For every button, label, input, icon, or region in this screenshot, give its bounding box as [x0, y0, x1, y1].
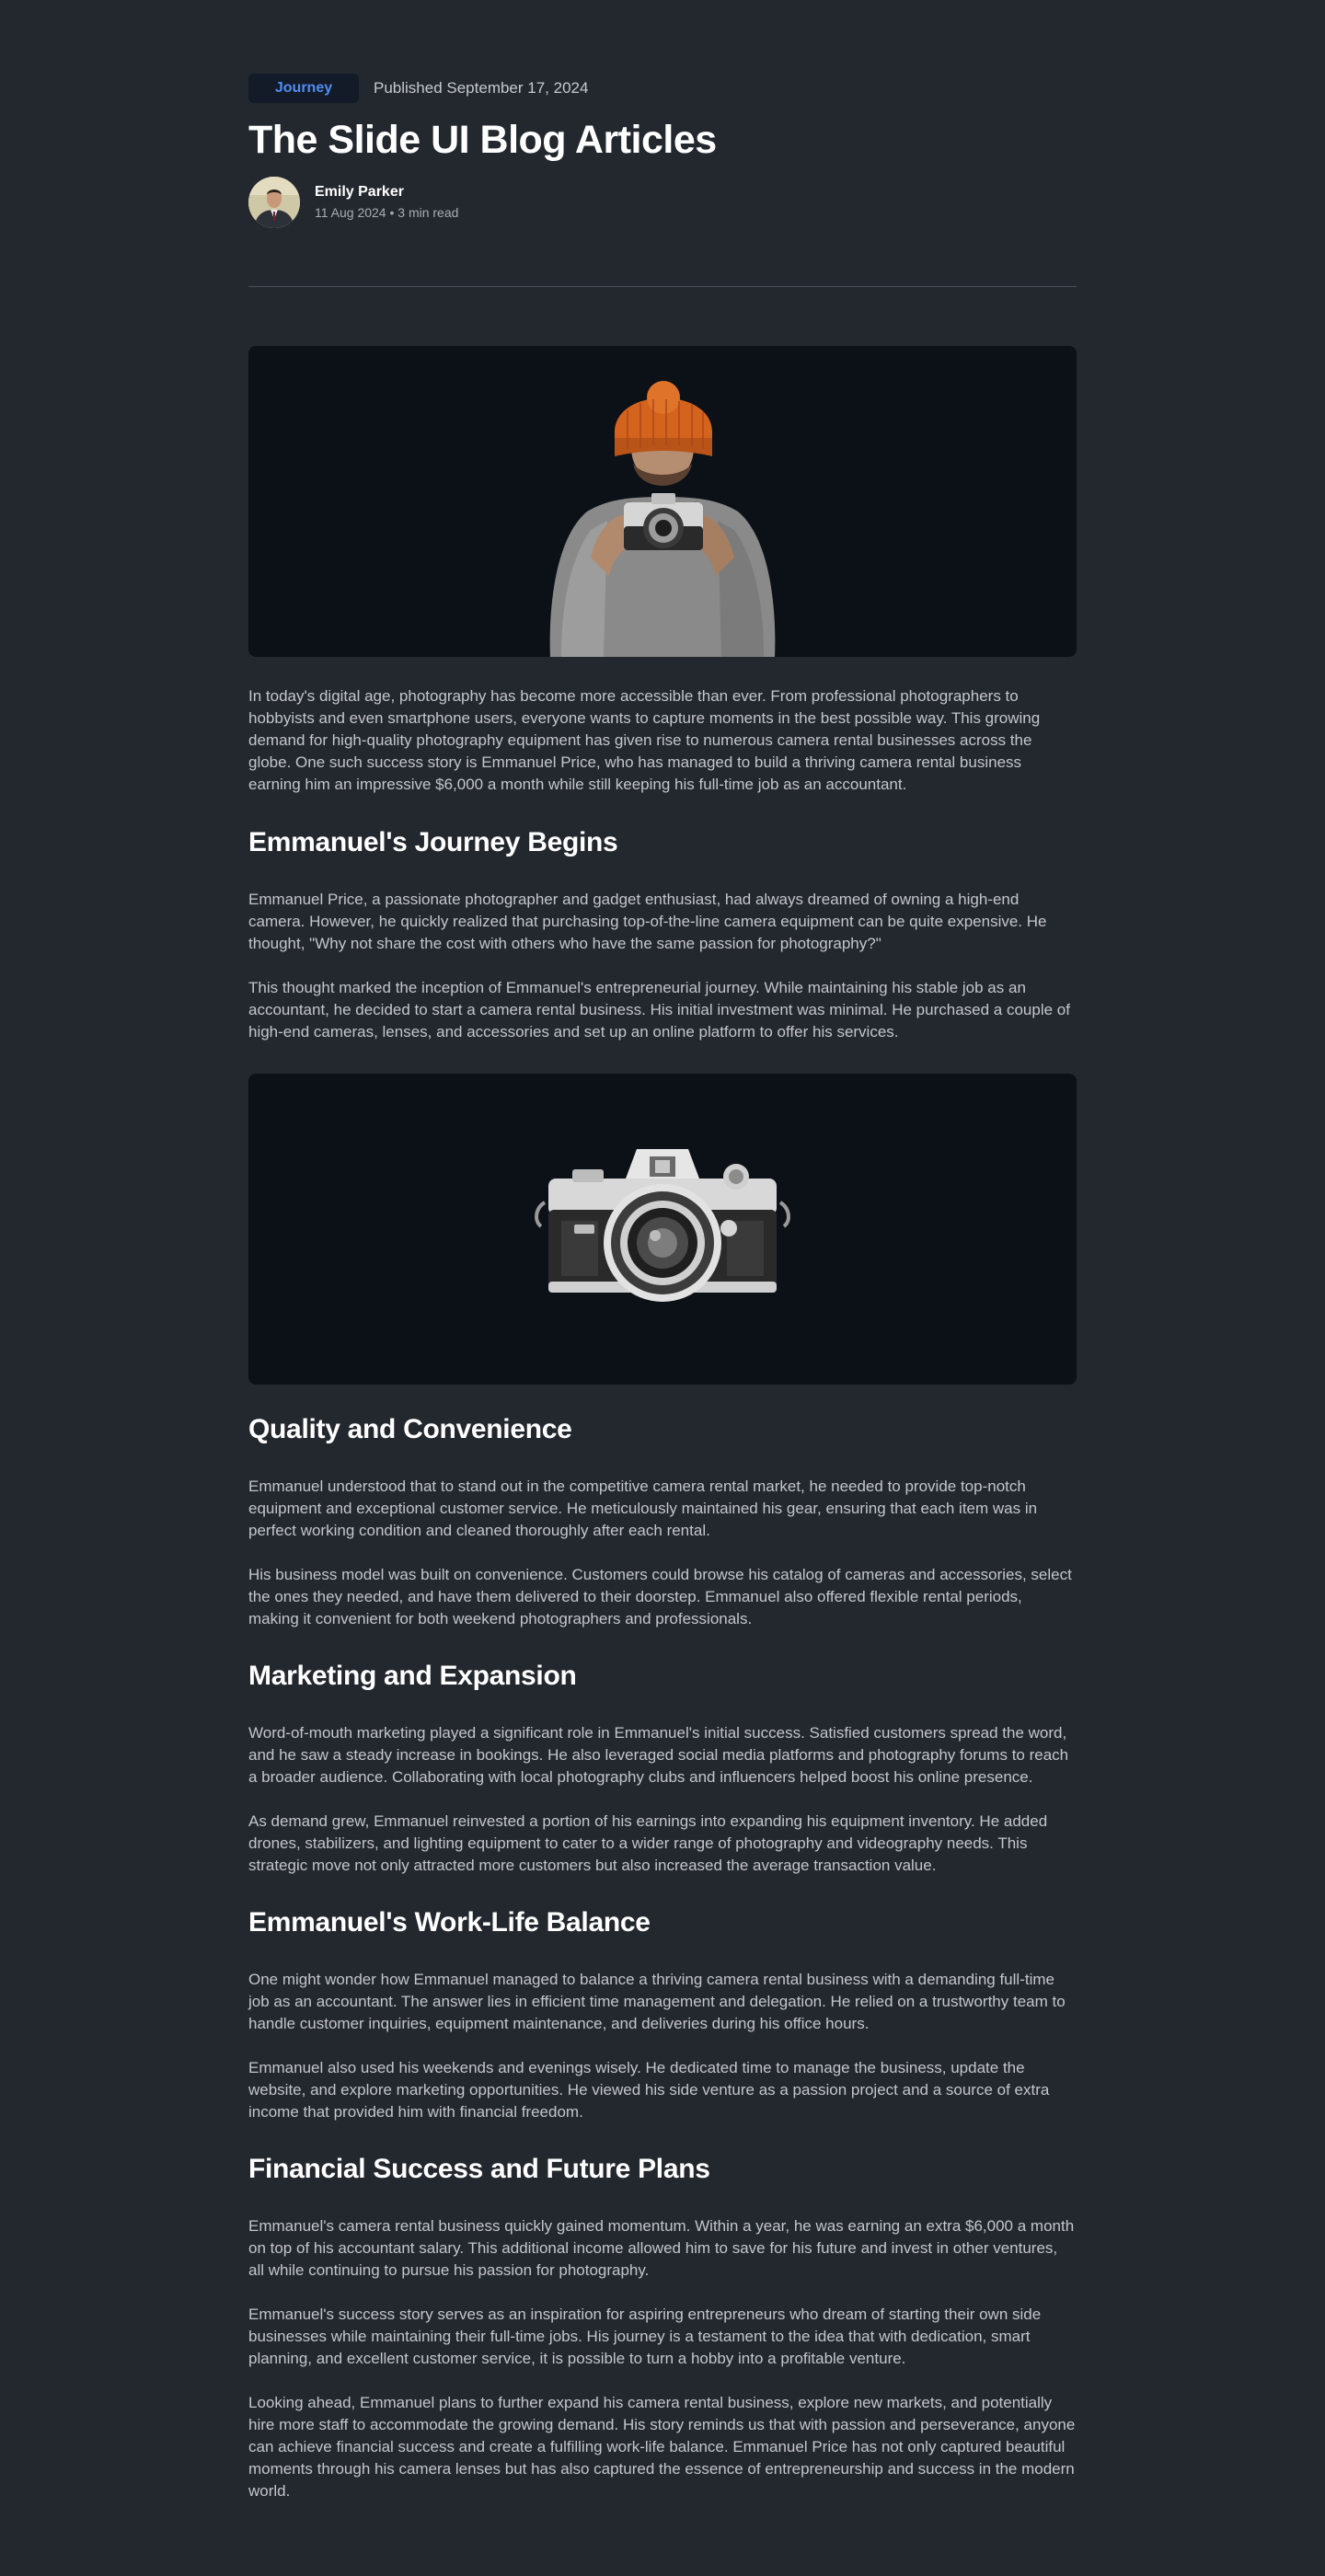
- article-meta-row: Journey Published September 17, 2024: [248, 74, 588, 103]
- published-date: Published September 17, 2024: [374, 79, 589, 97]
- section-paragraph: One might wonder how Emmanuel managed to…: [248, 1971, 1066, 2032]
- section-heading-work-life: Emmanuel's Work-Life Balance: [248, 1907, 651, 1938]
- section-paragraph: His business model was built on convenie…: [248, 1566, 1072, 1627]
- author-block: Emily Parker 11 Aug 2024 • 3 min read: [248, 177, 458, 228]
- section-paragraph: Emmanuel also used his weekends and even…: [248, 2059, 1050, 2121]
- photographer-with-camera-image: [248, 346, 1077, 657]
- section-paragraph: Emmanuel understood that to stand out in…: [248, 1478, 1038, 1539]
- section-paragraph: Looking ahead, Emmanuel plans to further…: [248, 2394, 1076, 2500]
- author-avatar[interactable]: [248, 177, 300, 228]
- section-heading-quality: Quality and Convenience: [248, 1414, 572, 1444]
- section-paragraph: This thought marked the inception of Emm…: [248, 979, 1070, 1041]
- section-heading-financial: Financial Success and Future Plans: [248, 2154, 710, 2184]
- section-heading-journey: Emmanuel's Journey Begins: [248, 827, 618, 857]
- author-date-readtime: 11 Aug 2024 • 3 min read: [315, 205, 459, 220]
- article-title: The Slide UI Blog Articles: [248, 118, 717, 162]
- header-divider: [248, 286, 1077, 287]
- section-paragraph: Emmanuel's camera rental business quickl…: [248, 2217, 1075, 2279]
- category-tag[interactable]: Journey: [248, 74, 359, 103]
- author-name[interactable]: Emily Parker: [315, 183, 458, 201]
- section-paragraph: Emmanuel Price, a passionate photographe…: [248, 891, 1047, 952]
- section-paragraph: Word-of-mouth marketing played a signifi…: [248, 1724, 1069, 1786]
- section-heading-marketing: Marketing and Expansion: [248, 1661, 577, 1691]
- vintage-camera-image: [248, 1074, 1077, 1385]
- section-paragraph: Emmanuel's success story serves as an in…: [248, 2306, 1042, 2367]
- section-paragraph: As demand grew, Emmanuel reinvested a po…: [248, 1812, 1048, 1874]
- intro-paragraph: In today's digital age, photography has …: [248, 687, 1041, 793]
